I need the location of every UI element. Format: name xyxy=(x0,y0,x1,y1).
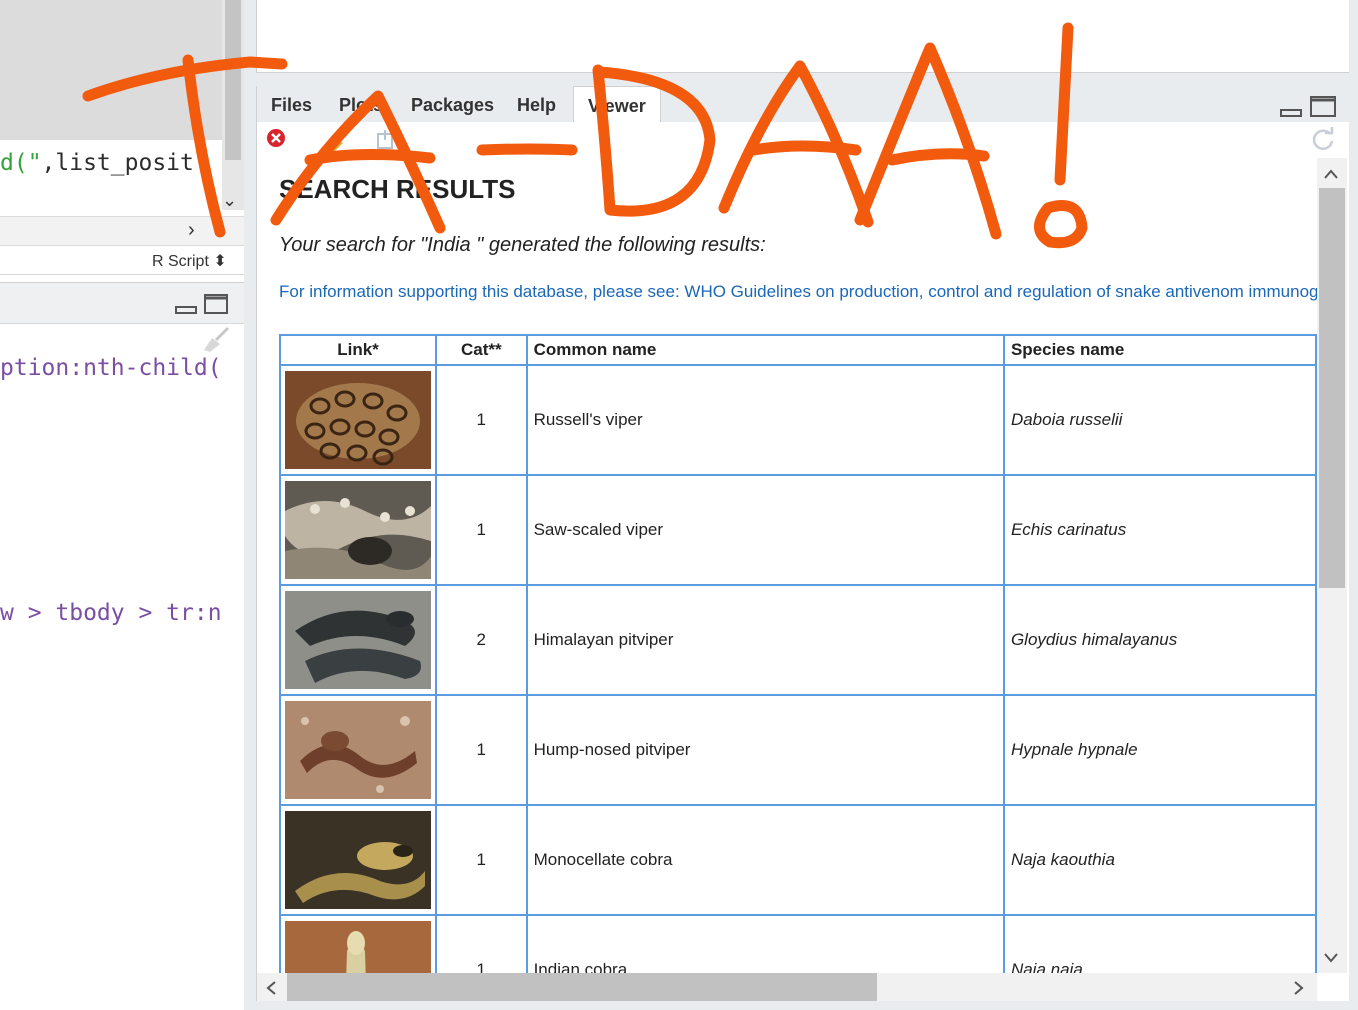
header-species-name: Species name xyxy=(1002,334,1317,366)
chevron-down-icon[interactable] xyxy=(1323,952,1339,964)
table-row: 1 Monocellate cobra Naja kaouthia xyxy=(279,804,1317,916)
chevron-right-icon[interactable]: › xyxy=(188,219,195,242)
chevron-down-icon[interactable]: ⌄ xyxy=(222,190,237,211)
refresh-icon[interactable] xyxy=(1309,126,1337,154)
file-type-selector[interactable]: R Script ⬍ xyxy=(152,251,227,271)
code-line-1[interactable]: d(",list_posit xyxy=(0,150,194,176)
table-row: 1 Russell's viper Daboia russelii xyxy=(279,364,1317,476)
common-name-cell: Himalayan pitviper xyxy=(525,584,1005,696)
updown-arrows-icon: ⬍ xyxy=(213,253,227,270)
table-row: 1 Saw-scaled viper Echis carinatus xyxy=(279,474,1317,586)
table-row: 2 Himalayan pitviper Gloydius himalayanu… xyxy=(279,584,1317,696)
page-title: SEARCH RESULTS xyxy=(279,174,516,204)
chevron-left-icon[interactable] xyxy=(265,980,277,996)
editor-scroll-thumb[interactable] xyxy=(225,0,241,160)
chevron-up-icon[interactable] xyxy=(1323,168,1339,180)
species-name-cell: Daboia russelii xyxy=(1002,364,1317,476)
export-icon[interactable] xyxy=(375,128,397,150)
indian-cobra-photo[interactable] xyxy=(285,921,431,973)
header-link: Link* xyxy=(279,334,437,366)
results-table: Link* Cat** Common name Species name 1 R… xyxy=(279,334,1317,973)
monocellate-cobra-photo[interactable] xyxy=(285,811,431,909)
species-name-cell: Naja naja xyxy=(1002,914,1317,973)
category-cell: 1 xyxy=(435,914,528,973)
code-text: ,list_posit xyxy=(41,150,194,176)
snake-link-cell[interactable] xyxy=(279,364,437,476)
header-common-name: Common name xyxy=(525,334,1005,366)
snake-link-cell[interactable] xyxy=(279,474,437,586)
minimize-maximize-icon[interactable] xyxy=(175,293,231,317)
table-row: 1 Hump-nosed pitviper Hypnale hypnale xyxy=(279,694,1317,806)
stop-icon[interactable] xyxy=(266,128,286,148)
tab-help[interactable]: Help xyxy=(503,86,570,122)
editor-scroll-area xyxy=(0,0,244,140)
species-name-cell: Naja kaouthia xyxy=(1002,804,1317,916)
code-string: d(" xyxy=(0,150,42,176)
broom-icon[interactable] xyxy=(200,326,232,352)
viewer-horizontal-scroll-thumb[interactable] xyxy=(287,973,877,1001)
pane-splitter[interactable] xyxy=(244,0,256,1010)
himalayan-pitviper-photo[interactable] xyxy=(285,591,431,689)
file-type-label: R Script xyxy=(152,253,209,270)
code-line-2[interactable]: ption:nth-child( xyxy=(0,355,222,381)
viewer-vertical-scroll-thumb[interactable] xyxy=(1319,188,1345,588)
table-header-row: Link* Cat** Common name Species name xyxy=(279,334,1317,366)
species-name-cell: Gloydius himalayanus xyxy=(1002,584,1317,696)
viewer-toolbar xyxy=(256,122,1349,159)
table-row: 1 Indian cobra Naja naja xyxy=(279,914,1317,973)
tab-packages[interactable]: Packages xyxy=(397,86,508,122)
header-cat: Cat** xyxy=(435,334,528,366)
search-summary: Your search for "India " generated the f… xyxy=(279,234,766,256)
hump-nosed-pitviper-photo[interactable] xyxy=(285,701,431,799)
category-cell: 1 xyxy=(435,364,528,476)
who-guidelines-link[interactable]: For information supporting this database… xyxy=(279,282,1317,302)
snake-link-cell[interactable] xyxy=(279,694,437,806)
minimize-maximize-icon[interactable] xyxy=(1279,94,1341,120)
tab-files[interactable]: Files xyxy=(257,86,326,122)
snake-link-cell[interactable] xyxy=(279,914,437,973)
species-name-cell: Hypnale hypnale xyxy=(1002,694,1317,806)
category-cell: 1 xyxy=(435,804,528,916)
snake-link-cell[interactable] xyxy=(279,804,437,916)
category-cell: 1 xyxy=(435,694,528,806)
category-cell: 1 xyxy=(435,474,528,586)
editor-horizontal-scrollbar[interactable]: › xyxy=(0,216,244,246)
code-line-3[interactable]: w > tbody > tr:n xyxy=(0,600,222,626)
environment-pane xyxy=(256,0,1349,73)
common-name-cell: Indian cobra xyxy=(525,914,1005,973)
snake-link-cell[interactable] xyxy=(279,584,437,696)
tab-viewer[interactable]: Viewer xyxy=(573,86,661,122)
common-name-cell: Hump-nosed pitviper xyxy=(525,694,1005,806)
species-name-cell: Echis carinatus xyxy=(1002,474,1317,586)
console-toolbar xyxy=(0,282,244,324)
common-name-cell: Monocellate cobra xyxy=(525,804,1005,916)
tab-plots[interactable]: Plots xyxy=(325,86,397,122)
broom-icon[interactable] xyxy=(325,126,353,152)
viewer-content: SEARCH RESULTS Your search for "India " … xyxy=(257,158,1317,973)
common-name-cell: Russell's viper xyxy=(525,364,1005,476)
tab-bar: Files Plots Packages Help Viewer xyxy=(256,86,1349,122)
category-cell: 2 xyxy=(435,584,528,696)
saw-scaled-viper-photo[interactable] xyxy=(285,481,431,579)
russells-viper-photo[interactable] xyxy=(285,371,431,469)
chevron-right-icon[interactable] xyxy=(1293,980,1305,996)
common-name-cell: Saw-scaled viper xyxy=(525,474,1005,586)
source-editor-pane: d(",list_posit ⌄ › R Script ⬍ ption:nth-… xyxy=(0,0,244,1010)
viewer-frame[interactable]: SEARCH RESULTS Your search for "India " … xyxy=(256,158,1349,1001)
